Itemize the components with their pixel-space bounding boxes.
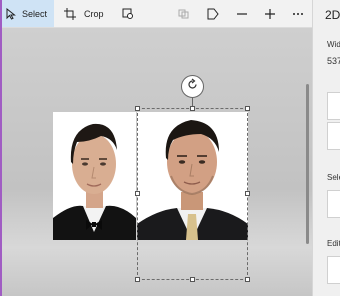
more-button[interactable] bbox=[292, 0, 306, 27]
minus-icon bbox=[236, 8, 248, 20]
panel-option-4[interactable] bbox=[327, 256, 340, 284]
sticker-icon bbox=[207, 8, 219, 20]
resize-handle-bottom[interactable] bbox=[190, 277, 195, 282]
zoom-in-button[interactable] bbox=[264, 0, 278, 27]
select-button[interactable]: Select bbox=[2, 0, 54, 27]
select-cursor-icon bbox=[6, 7, 17, 20]
resize-handle-top[interactable] bbox=[190, 106, 195, 111]
selection-box[interactable] bbox=[137, 108, 248, 280]
crop-icon bbox=[64, 7, 76, 20]
resize-handle-bottom-left[interactable] bbox=[135, 277, 140, 282]
zoom-out-button[interactable] bbox=[236, 0, 250, 27]
rotate-icon bbox=[186, 78, 199, 96]
select-label: Select bbox=[22, 8, 48, 19]
magic-select-icon bbox=[122, 8, 134, 20]
crop-label: Crop bbox=[84, 8, 104, 19]
panel-option-1[interactable] bbox=[327, 92, 340, 120]
resize-handle-top-right[interactable] bbox=[245, 106, 250, 111]
resize-handle-right[interactable] bbox=[245, 191, 250, 196]
width-label: Wid bbox=[327, 40, 340, 49]
edit-section-label: Edit bbox=[327, 239, 340, 248]
width-value[interactable]: 537 bbox=[327, 56, 340, 66]
more-icon bbox=[292, 8, 304, 20]
select-section-label: Sele bbox=[327, 173, 340, 182]
panel-option-2[interactable] bbox=[327, 122, 340, 150]
crop-button[interactable]: Crop bbox=[64, 0, 110, 27]
rotate-handle[interactable] bbox=[181, 75, 204, 98]
flip-button[interactable] bbox=[178, 0, 192, 27]
panel-header: 2D bbox=[325, 8, 340, 22]
resize-handle-top-left[interactable] bbox=[135, 106, 140, 111]
resize-handle-left[interactable] bbox=[135, 191, 140, 196]
plus-icon bbox=[264, 8, 276, 20]
portrait-image-1[interactable] bbox=[53, 112, 136, 240]
sticker-button[interactable] bbox=[207, 0, 221, 27]
resize-handle-bottom-right[interactable] bbox=[245, 277, 250, 282]
toolbar: Select Crop bbox=[2, 0, 312, 28]
vertical-scrollbar[interactable] bbox=[306, 84, 309, 244]
flip-icon bbox=[178, 8, 190, 20]
side-panel: 2D Wid 537 Sele Edit bbox=[312, 0, 340, 296]
magic-select-button[interactable] bbox=[122, 0, 136, 27]
panel-option-3[interactable] bbox=[327, 190, 340, 218]
